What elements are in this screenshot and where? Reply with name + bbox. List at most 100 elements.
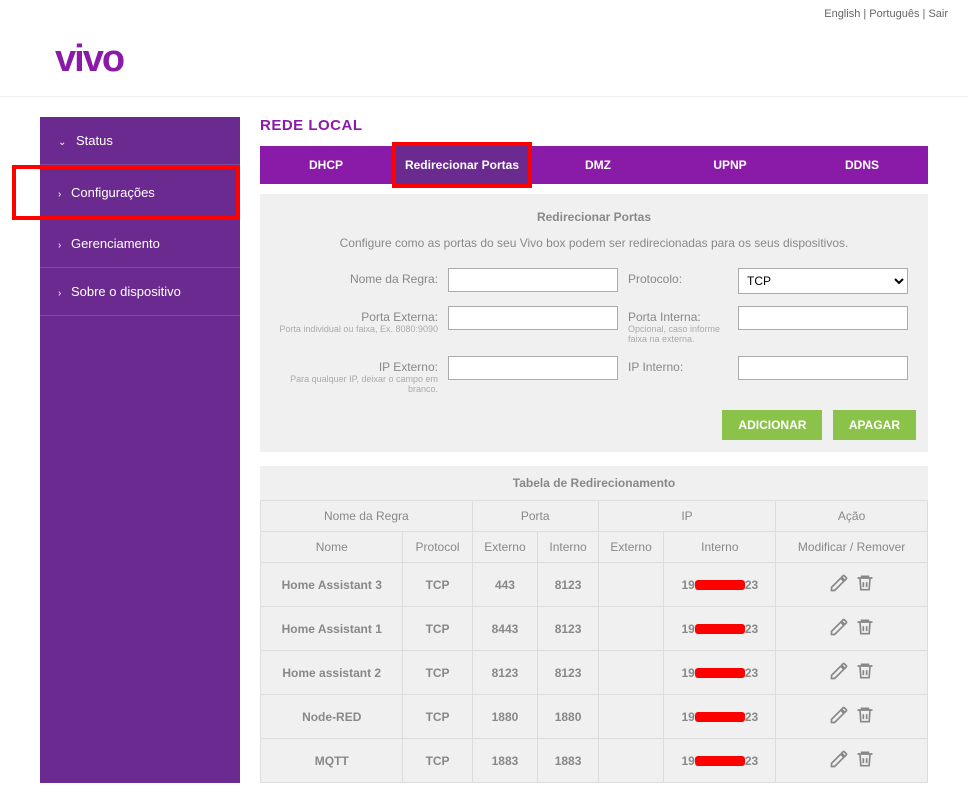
edit-icon[interactable] <box>829 573 849 596</box>
chevron-right-icon: › <box>58 240 61 251</box>
label-protocolo: Protocolo: <box>628 268 728 294</box>
adicionar-button[interactable]: ADICIONAR <box>722 410 822 440</box>
cell-port-ext: 8443 <box>472 607 538 651</box>
lang-portugues-link[interactable]: Português <box>869 8 919 20</box>
redacted <box>695 580 745 590</box>
cell-protocol: TCP <box>403 695 472 739</box>
cell-port-ext: 443 <box>472 563 538 607</box>
delete-icon[interactable] <box>855 661 875 684</box>
cell-protocol: TCP <box>403 607 472 651</box>
input-nome-regra[interactable] <box>448 268 618 292</box>
input-ip-externo[interactable] <box>448 356 618 380</box>
cell-protocol: TCP <box>403 563 472 607</box>
cell-nome: Home assistant 2 <box>261 651 403 695</box>
cell-ip-ext <box>598 651 664 695</box>
cell-nome: MQTT <box>261 739 403 783</box>
cell-action <box>776 563 928 607</box>
panel-title: Redirecionar Portas <box>268 202 920 232</box>
edit-icon[interactable] <box>829 749 849 772</box>
sidebar-item-status[interactable]: ⌄ Status <box>40 117 240 165</box>
cell-port-int: 8123 <box>538 651 598 695</box>
top-links: English | Português | Sair <box>0 0 968 28</box>
cell-port-ext: 1880 <box>472 695 538 739</box>
cell-protocol: TCP <box>403 651 472 695</box>
table-row: Node-REDTCP188018801923 <box>261 695 928 739</box>
sidebar-item-label: Sobre o dispositivo <box>71 284 181 299</box>
cell-ip-ext <box>598 607 664 651</box>
edit-icon[interactable] <box>829 661 849 684</box>
cell-port-ext: 1883 <box>472 739 538 783</box>
cell-action <box>776 651 928 695</box>
cell-ip-int: 1923 <box>664 695 776 739</box>
select-protocolo[interactable]: TCP <box>738 268 908 294</box>
label-ip-externo: IP Externo: Para qualquer IP, deixar o c… <box>268 356 438 394</box>
label-porta-interna: Porta Interna: Opcional, caso informe fa… <box>628 306 728 344</box>
cell-port-ext: 8123 <box>472 651 538 695</box>
chevron-down-icon: ⌄ <box>58 137 66 148</box>
main-content: REDE LOCAL DHCP Redirecionar Portas DMZ … <box>260 117 928 783</box>
th-porta: Porta <box>472 501 598 532</box>
edit-icon[interactable] <box>829 705 849 728</box>
chevron-right-icon: › <box>58 189 61 200</box>
delete-icon[interactable] <box>855 705 875 728</box>
sidebar-item-configuracoes[interactable]: › Configurações <box>40 169 236 216</box>
th-ip: IP <box>598 501 775 532</box>
tab-dhcp[interactable]: DHCP <box>260 146 392 184</box>
cell-nome: Home Assistant 1 <box>261 607 403 651</box>
redacted <box>695 668 745 678</box>
th-nome: Nome <box>261 532 403 563</box>
cell-ip-int: 1923 <box>664 563 776 607</box>
edit-icon[interactable] <box>829 617 849 640</box>
th-externo: Externo <box>472 532 538 563</box>
cell-ip-int: 1923 <box>664 739 776 783</box>
sidebar-item-label: Status <box>76 133 113 148</box>
tab-ddns[interactable]: DDNS <box>796 146 928 184</box>
input-porta-interna[interactable] <box>738 306 908 330</box>
cell-port-int: 1883 <box>538 739 598 783</box>
redirect-table: Nome da Regra Porta IP Ação Nome Protoco… <box>260 500 928 783</box>
label-nome-regra: Nome da Regra: <box>268 268 438 294</box>
redacted <box>695 624 745 634</box>
sidebar-item-label: Configurações <box>71 185 155 200</box>
table-panel: Tabela de Redirecionamento Nome da Regra… <box>260 466 928 783</box>
table-title: Tabela de Redirecionamento <box>260 466 928 500</box>
cell-ip-ext <box>598 739 664 783</box>
cell-action <box>776 607 928 651</box>
panel-desc: Configure como as portas do seu Vivo box… <box>268 232 920 262</box>
lang-english-link[interactable]: English <box>824 8 860 20</box>
tab-upnp[interactable]: UPNP <box>664 146 796 184</box>
sidebar: ⌄ Status › Configurações › Gerenciamento… <box>40 117 240 783</box>
th-interno: Interno <box>538 532 598 563</box>
th-protocol: Protocol <box>403 532 472 563</box>
th-nome-regra: Nome da Regra <box>261 501 473 532</box>
logout-link[interactable]: Sair <box>928 8 948 20</box>
tabs: DHCP Redirecionar Portas DMZ UPNP DDNS <box>260 146 928 184</box>
tab-dmz[interactable]: DMZ <box>532 146 664 184</box>
table-row: Home assistant 2TCP812381231923 <box>261 651 928 695</box>
cell-action <box>776 695 928 739</box>
cell-ip-ext <box>598 563 664 607</box>
table-row: MQTTTCP188318831923 <box>261 739 928 783</box>
page-title: REDE LOCAL <box>260 117 928 134</box>
th-acao: Ação <box>776 501 928 532</box>
cell-ip-ext <box>598 695 664 739</box>
cell-port-int: 8123 <box>538 607 598 651</box>
cell-protocol: TCP <box>403 739 472 783</box>
sidebar-item-gerenciamento[interactable]: › Gerenciamento <box>40 220 240 268</box>
delete-icon[interactable] <box>855 749 875 772</box>
cell-port-int: 8123 <box>538 563 598 607</box>
input-porta-externa[interactable] <box>448 306 618 330</box>
cell-ip-int: 1923 <box>664 607 776 651</box>
form-panel: Redirecionar Portas Configure como as po… <box>260 194 928 452</box>
chevron-right-icon: › <box>58 288 61 299</box>
header: vivo <box>0 28 968 97</box>
cell-nome: Node-RED <box>261 695 403 739</box>
tab-redirecionar-portas[interactable]: Redirecionar Portas <box>392 142 532 188</box>
delete-icon[interactable] <box>855 617 875 640</box>
cell-nome: Home Assistant 3 <box>261 563 403 607</box>
cell-port-int: 1880 <box>538 695 598 739</box>
input-ip-interno[interactable] <box>738 356 908 380</box>
delete-icon[interactable] <box>855 573 875 596</box>
apagar-button[interactable]: APAGAR <box>833 410 916 440</box>
sidebar-item-sobre[interactable]: › Sobre o dispositivo <box>40 268 240 316</box>
